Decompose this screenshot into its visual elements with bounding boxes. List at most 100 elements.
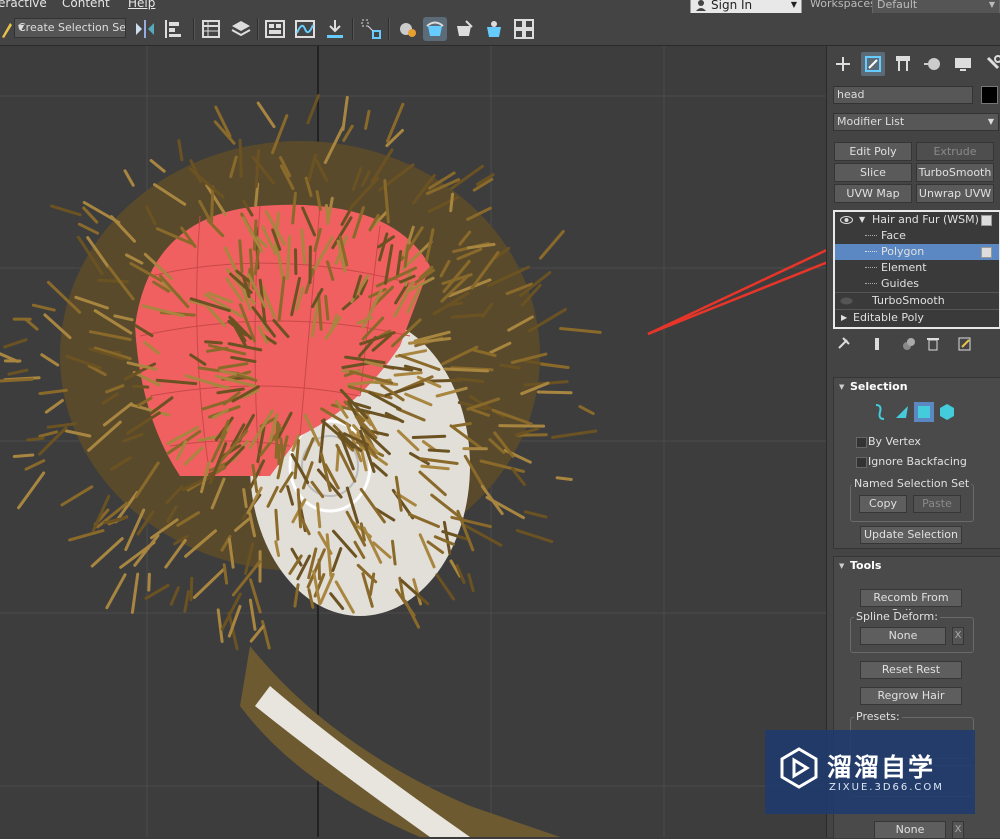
- tools-rollout-header[interactable]: ▼ Tools: [834, 557, 1000, 575]
- motion-tab-icon[interactable]: [921, 52, 945, 76]
- modifier-list-label: Modifier List: [837, 114, 904, 130]
- workspaces-value: Default: [877, 0, 917, 12]
- hair-strand: [218, 610, 222, 642]
- annotation-arrow: [648, 241, 826, 334]
- hair-strand: [92, 539, 122, 566]
- stack-item-polygon[interactable]: Polygon: [835, 244, 999, 260]
- menu-content[interactable]: Content: [62, 0, 110, 9]
- extrude-button[interactable]: Extrude: [916, 142, 994, 161]
- clear-button[interactable]: X: [952, 821, 964, 839]
- edit-poly-button[interactable]: Edit Poly: [834, 142, 912, 161]
- render-grid-icon[interactable]: [512, 17, 536, 41]
- eye-icon[interactable]: [840, 215, 853, 225]
- create-selection-set-dropdown[interactable]: Create Selection Set ▼: [14, 18, 126, 38]
- configure-modifier-sets-icon[interactable]: [957, 336, 973, 352]
- watermark: 溜溜自学 ZIXUE.3D66.COM: [765, 730, 975, 814]
- hair-strand: [482, 487, 502, 514]
- stack-item-toggle[interactable]: [981, 247, 992, 258]
- workspaces-label: Workspaces:: [810, 0, 880, 9]
- toolbar-separator: [388, 18, 390, 40]
- ignore-backfacing-label: Ignore Backfacing: [868, 455, 967, 469]
- schematic-view-icon[interactable]: [359, 17, 383, 41]
- copy-button[interactable]: Copy: [859, 495, 907, 513]
- material-editor-icon[interactable]: [394, 17, 418, 41]
- update-selection-button[interactable]: Update Selection: [860, 526, 962, 544]
- workspaces-select[interactable]: Default ▼: [872, 0, 1000, 14]
- recomb-from-splines-button[interactable]: Recomb From Splines: [860, 589, 962, 607]
- expand-triangle-icon[interactable]: ▶: [841, 310, 847, 326]
- stack-item-element[interactable]: Element: [835, 260, 999, 276]
- layer-explorer-icon[interactable]: [229, 17, 253, 41]
- by-vertex-label: By Vertex: [868, 435, 921, 449]
- stack-item-toggle[interactable]: [981, 215, 992, 226]
- modifier-stack: ▼ Hair and Fur (WSM) Face Polygon Elemen…: [833, 210, 1000, 329]
- presets-label: Presets:: [854, 710, 902, 723]
- hair-strand: [79, 224, 97, 233]
- unwrap-uvw-button[interactable]: Unwrap UVW: [916, 184, 994, 203]
- hair-strand: [525, 512, 546, 517]
- selection-rollout-title: Selection: [850, 378, 908, 396]
- render-production-icon[interactable]: [482, 17, 506, 41]
- hair-strand: [135, 536, 158, 566]
- turbosmooth-button[interactable]: TurboSmooth: [916, 163, 994, 182]
- scene-explorer-icon[interactable]: [199, 17, 223, 41]
- stack-item-editable-poly[interactable]: ▶ Editable Poly: [835, 309, 999, 326]
- reset-rest-button[interactable]: Reset Rest: [860, 661, 962, 679]
- stack-item-hair-and-fur[interactable]: ▼ Hair and Fur (WSM): [835, 212, 999, 228]
- utilities-tab-icon[interactable]: [981, 52, 1000, 76]
- hierarchy-tab-icon[interactable]: [891, 52, 915, 76]
- hair-strand: [448, 303, 462, 305]
- perspective-viewport[interactable]: [0, 46, 826, 837]
- stack-item-label: Polygon: [881, 244, 924, 260]
- uvw-map-button[interactable]: UVW Map: [834, 184, 912, 203]
- regrow-hair-button[interactable]: Regrow Hair: [860, 687, 962, 705]
- hair-strand: [33, 305, 54, 310]
- menu-help[interactable]: Help: [128, 0, 155, 9]
- object-color-swatch[interactable]: [981, 86, 998, 104]
- modifier-list-dropdown[interactable]: Modifier List ▼: [833, 113, 999, 131]
- eye-icon[interactable]: [840, 296, 853, 306]
- hair-strand: [542, 364, 568, 367]
- object-name-field[interactable]: head: [833, 86, 973, 104]
- hair-strand: [288, 237, 290, 279]
- spline-deform-clear-button[interactable]: X: [952, 627, 964, 645]
- watermark-logo-icon: [777, 746, 821, 790]
- menu-interactive[interactable]: eractive: [0, 0, 47, 9]
- stack-item-face[interactable]: Face: [835, 228, 999, 244]
- hair-strand: [99, 280, 128, 282]
- polygon-mode-icon: [914, 402, 934, 422]
- guide-mode-icon: [876, 405, 884, 419]
- slice-button[interactable]: Slice: [834, 163, 912, 182]
- create-tab-icon[interactable]: [831, 52, 855, 76]
- object-name-value: head: [837, 87, 864, 103]
- toolbar-separator: [257, 18, 259, 40]
- curve-editor-icon[interactable]: [293, 17, 317, 41]
- selection-rollout-header[interactable]: ▼ Selection: [834, 378, 1000, 396]
- mirror-icon[interactable]: [133, 17, 157, 41]
- pencil-icon[interactable]: [0, 19, 12, 39]
- chevron-down-icon: ▼: [18, 19, 122, 36]
- align-icon[interactable]: [161, 17, 185, 41]
- sign-in-dropdown[interactable]: Sign In ▼: [690, 0, 802, 14]
- paste-button[interactable]: Paste: [913, 495, 961, 513]
- hair-strand: [561, 329, 601, 333]
- make-unique-icon[interactable]: [901, 336, 917, 352]
- trash-icon[interactable]: [925, 336, 941, 352]
- hair-strand: [553, 431, 596, 437]
- show-end-result-icon[interactable]: [869, 336, 885, 352]
- pin-stack-icon[interactable]: [835, 336, 851, 352]
- none-button[interactable]: None: [874, 821, 946, 839]
- viewport-canvas: [0, 46, 826, 837]
- modify-tab-icon[interactable]: [861, 52, 885, 76]
- stack-item-guides[interactable]: Guides: [835, 276, 999, 292]
- display-tab-icon[interactable]: [951, 52, 975, 76]
- render-setup-icon[interactable]: [423, 17, 447, 41]
- dope-sheet-icon[interactable]: [323, 17, 347, 41]
- stack-item-turbosmooth[interactable]: TurboSmooth: [835, 292, 999, 309]
- rendered-frame-icon[interactable]: [452, 17, 476, 41]
- hair-strand: [429, 380, 461, 381]
- spline-deform-none-button[interactable]: None: [860, 627, 946, 645]
- collapse-triangle-icon: ▼: [839, 378, 844, 396]
- expand-triangle-icon[interactable]: ▼: [859, 212, 865, 228]
- ribbon-icon[interactable]: [263, 17, 287, 41]
